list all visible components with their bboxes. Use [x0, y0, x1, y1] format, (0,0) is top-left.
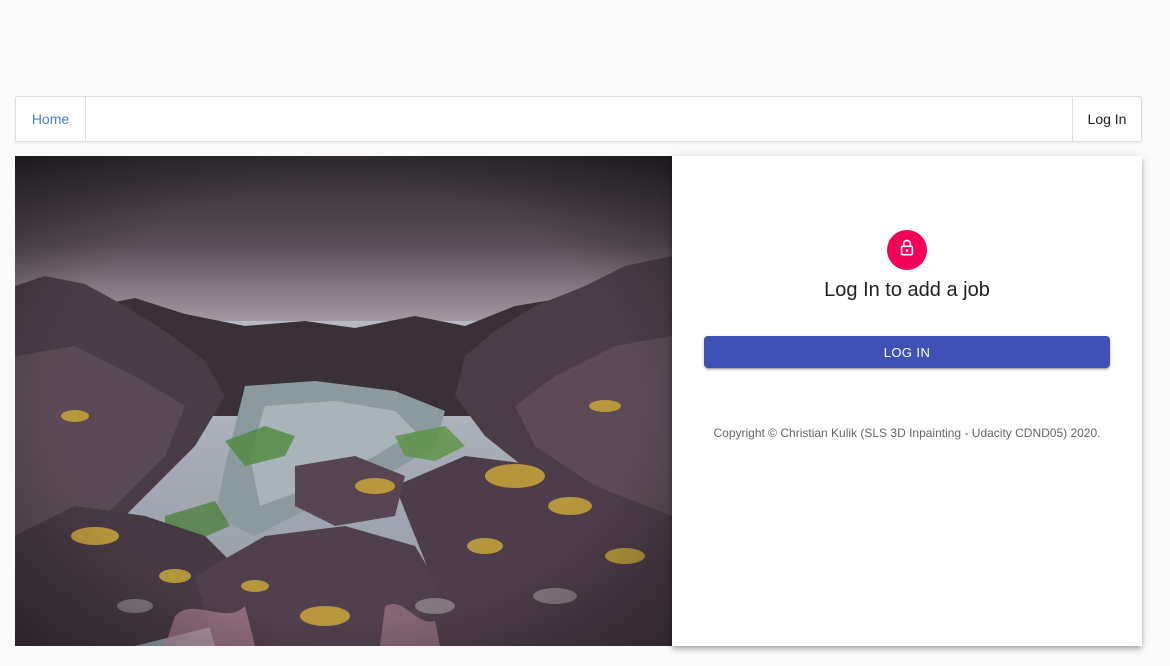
nav-login-link[interactable]: Log In	[1072, 97, 1141, 141]
lock-avatar	[887, 230, 927, 270]
nav-home-link[interactable]: Home	[16, 97, 86, 141]
top-nav: Home Log In	[15, 96, 1142, 142]
login-panel: Log In to add a job LOG IN Copyright © C…	[672, 156, 1142, 646]
copyright-text: Copyright © Christian Kulik (SLS 3D Inpa…	[713, 426, 1101, 440]
login-button[interactable]: LOG IN	[704, 336, 1110, 368]
page-title: Log In to add a job	[824, 279, 990, 301]
lock-icon	[897, 238, 917, 263]
hero-image	[15, 156, 672, 646]
